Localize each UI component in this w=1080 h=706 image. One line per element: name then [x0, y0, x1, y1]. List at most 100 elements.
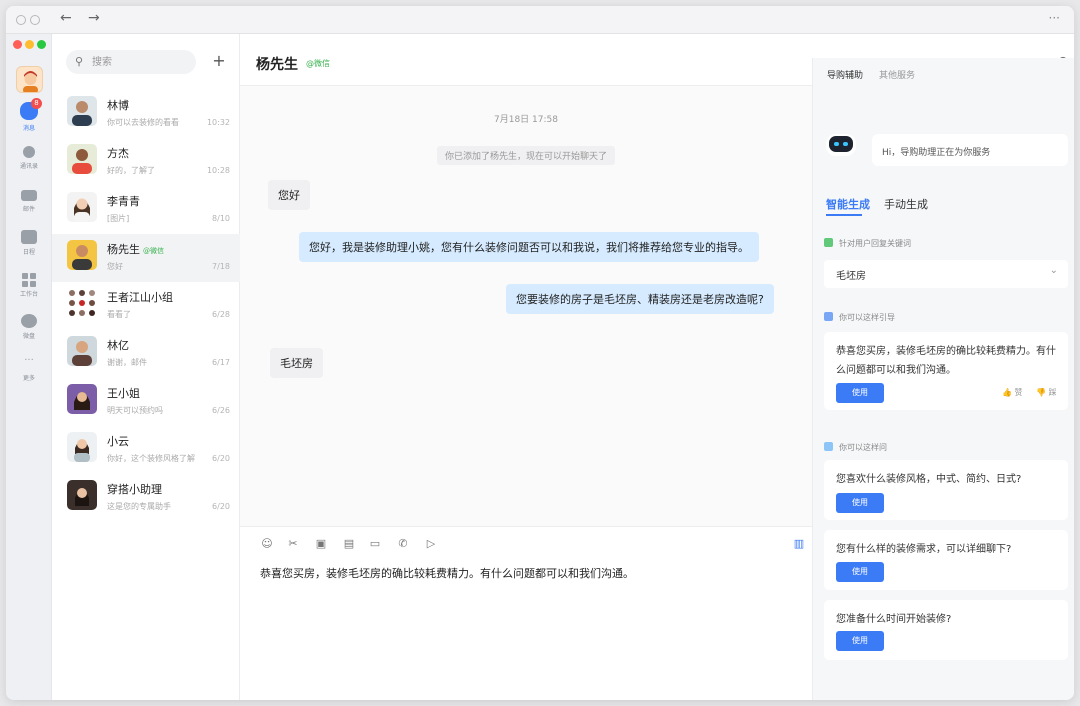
- message-area: 7月18日 17:58 你已添加了杨先生，现在可以开始聊天了 您好 您好，我是装…: [240, 86, 812, 526]
- use-button[interactable]: 使用: [836, 493, 884, 513]
- message-preview: 你可以去装修的看看: [107, 118, 179, 127]
- add-button[interactable]: +: [208, 50, 230, 72]
- like-button[interactable]: 👍 赞: [1002, 387, 1023, 398]
- folder-icon[interactable]: ▭: [368, 537, 382, 551]
- avatar: [67, 384, 97, 414]
- search-input[interactable]: [92, 53, 192, 71]
- contact-name: 方杰: [107, 147, 129, 160]
- suggestion-text: 恭喜您买房，装修毛坯房的确比较耗费精力。有什么问题都可以和我们沟通。: [836, 346, 1056, 376]
- rail-item-messages[interactable]: 8 消息: [6, 98, 52, 132]
- rail-item-label: 工作台: [19, 291, 38, 298]
- workbench-icon: [21, 272, 37, 287]
- rail-item-calendar[interactable]: 日程: [6, 230, 52, 256]
- message-bubble-incoming[interactable]: 毛坯房: [270, 348, 323, 378]
- message-preview: [图片]: [107, 214, 130, 223]
- avatar: [67, 96, 97, 126]
- rail-item-mail[interactable]: 邮件: [6, 190, 52, 213]
- conversation-item[interactable]: 王者江山小组 看看了 6/28: [52, 282, 240, 330]
- close-window-button[interactable]: [13, 40, 22, 49]
- avatar-illustration-icon: [23, 71, 38, 92]
- rail-item-workbench[interactable]: 工作台: [6, 272, 52, 298]
- tab-smart-generate[interactable]: 智能生成: [826, 196, 870, 212]
- chat-panel: 杨先生 @微信 7月18日 17:58 你已添加了杨先生，现在可以开始聊天了 您…: [240, 34, 1074, 700]
- tab-manual-generate[interactable]: 手动生成: [884, 196, 928, 212]
- contact-name: 林博: [107, 99, 129, 112]
- rail-item-more[interactable]: ··· 更多: [6, 355, 52, 383]
- minimize-window-button[interactable]: [25, 40, 34, 49]
- message-date: 7月18日 17:58: [494, 115, 558, 125]
- back-icon[interactable]: ←: [60, 10, 72, 26]
- emoji-icon[interactable]: ☺: [260, 537, 274, 551]
- conversation-list: ⚲ + 林博 你可以去装修的看看 10:32 方杰 好的，了解了 10:28 李…: [52, 34, 240, 700]
- rail-item-label: 日程: [22, 249, 35, 256]
- avatar: [67, 240, 97, 270]
- search-box[interactable]: ⚲: [66, 50, 196, 74]
- window-control[interactable]: [30, 15, 40, 25]
- like-label: 赞: [1014, 388, 1023, 397]
- bot-avatar: [826, 134, 856, 156]
- contact-name: 杨先生 @微信: [107, 241, 164, 257]
- conversation-item[interactable]: 李青青 [图片] 8/10: [52, 186, 240, 234]
- conversation-item[interactable]: 小云 你好，这个装修风格了解 6/20: [52, 426, 240, 474]
- document-icon[interactable]: ▤: [342, 537, 356, 551]
- keyword-select[interactable]: 毛坯房 ⌄: [824, 260, 1068, 288]
- more-icon[interactable]: ···: [1049, 11, 1060, 25]
- avatar: [67, 432, 97, 462]
- window-control[interactable]: [16, 15, 26, 25]
- question-text: 您喜欢什么装修风格，中式、简约、日式?: [836, 474, 1022, 485]
- message-preview: 这是您的专属助手: [107, 502, 171, 511]
- message-preview: 你好，这个装修风格了解: [107, 454, 195, 463]
- section-label-text: 针对用户回复关键词: [839, 239, 911, 248]
- image-icon[interactable]: ▣: [314, 537, 328, 551]
- left-rail: 8 消息 通讯录 邮件 日程 工作台 微盘 ··· 更多: [6, 34, 52, 700]
- conversation-item[interactable]: 王小姐 明天可以预约吗 6/26: [52, 378, 240, 426]
- message-time: 8/10: [212, 214, 230, 223]
- section-label-text: 你可以这样引导: [839, 313, 895, 322]
- use-button[interactable]: 使用: [836, 631, 884, 651]
- guide-icon: [824, 312, 833, 321]
- rail-item-contacts[interactable]: 通讯录: [6, 146, 52, 170]
- unread-badge: 8: [31, 98, 42, 109]
- avatar: [67, 192, 97, 222]
- message-input[interactable]: 恭喜您买房，装修毛坯房的确比较耗费精力。有什么问题都可以和我们沟通。: [260, 565, 634, 581]
- dislike-label: 踩: [1048, 388, 1057, 397]
- conversation-item-active[interactable]: 杨先生 @微信 您好 7/18: [52, 234, 240, 282]
- rail-item-label: 消息: [22, 125, 35, 132]
- keyword-select-value: 毛坯房: [836, 271, 866, 282]
- message-time: 6/20: [212, 502, 230, 511]
- conversation-item[interactable]: 林博 你可以去装修的看看 10:32: [52, 90, 240, 138]
- video-icon[interactable]: ▷: [424, 537, 438, 551]
- rail-item-label: 更多: [22, 375, 35, 382]
- more-icon: ···: [24, 355, 34, 366]
- app-window: ← → ··· 8 消息 通讯录 邮件 日程 工作台 微盘 ··· 更多 ⚲ 搜…: [6, 6, 1074, 700]
- section-label: 你可以这样问: [824, 442, 887, 453]
- assistant-tabs: 导购辅助 其他服务: [812, 58, 1074, 86]
- conversation-item[interactable]: 林亿 谢谢，邮件 6/17: [52, 330, 240, 378]
- forward-icon[interactable]: →: [88, 10, 100, 26]
- message-time: 10:32: [206, 118, 230, 127]
- use-button[interactable]: 使用: [836, 383, 884, 403]
- use-button[interactable]: 使用: [836, 562, 884, 582]
- rail-item-drive[interactable]: 微盘: [6, 314, 52, 340]
- assistant-toggle-icon[interactable]: ▥: [792, 537, 806, 551]
- group-avatar: [67, 288, 97, 318]
- question-card: 您准备什么时间开始装修?: [824, 600, 1068, 660]
- conversation-item[interactable]: 方杰 好的，了解了 10:28: [52, 138, 240, 186]
- phone-icon[interactable]: ✆: [396, 537, 410, 551]
- dislike-button[interactable]: 👎 踩: [1036, 387, 1057, 398]
- tab-other-services[interactable]: 其他服务: [879, 68, 915, 81]
- maximize-window-button[interactable]: [37, 40, 46, 49]
- my-avatar[interactable]: [16, 66, 43, 93]
- scissors-icon[interactable]: ✂: [286, 537, 300, 551]
- section-label-text: 你可以这样问: [839, 443, 887, 452]
- title-bar: ← → ···: [6, 6, 1074, 34]
- message-bubble-outgoing[interactable]: 您要装修的房子是毛坯房、精装房还是老房改造呢?: [506, 284, 774, 314]
- robot-eye: [843, 142, 848, 146]
- tab-shopping-assist[interactable]: 导购辅助: [827, 68, 863, 81]
- message-bubble-outgoing[interactable]: 您好，我是装修助理小姚，您有什么装修问题否可以和我说，我们将推荐给您专业的指导。: [299, 232, 759, 262]
- calendar-icon: [21, 230, 37, 244]
- message-preview: 谢谢，邮件: [107, 358, 147, 367]
- active-tab-indicator: [826, 214, 862, 216]
- message-bubble-incoming[interactable]: 您好: [268, 180, 310, 210]
- conversation-item[interactable]: 穿搭小助理 这是您的专属助手 6/20: [52, 474, 240, 522]
